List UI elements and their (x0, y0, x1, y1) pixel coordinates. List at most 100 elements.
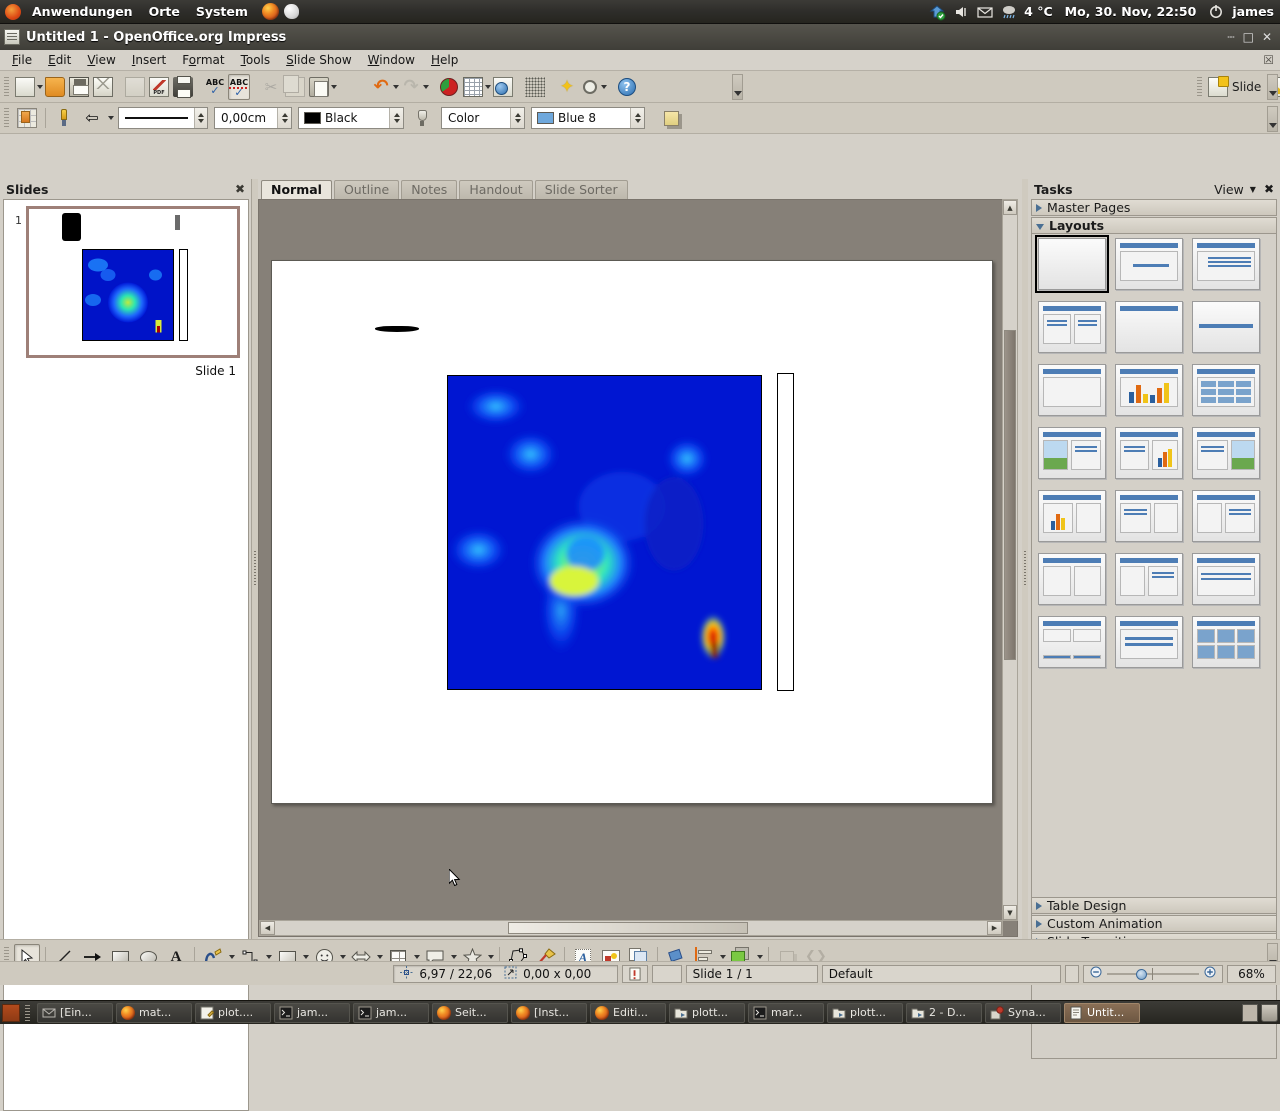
taskbar-item-13[interactable]: Untit... (1064, 1002, 1140, 1023)
update-manager-icon[interactable] (928, 3, 946, 21)
digital-signature-field[interactable] (652, 964, 682, 983)
chart-button[interactable] (438, 74, 460, 100)
shadow-button[interactable] (658, 105, 684, 131)
layout-six-box[interactable] (1192, 616, 1260, 668)
menu-edit[interactable]: Edit (40, 51, 79, 69)
scroll-down-arrow[interactable]: ▼ (1003, 905, 1017, 920)
table-button[interactable] (462, 74, 484, 100)
layout-title-only[interactable] (1115, 301, 1183, 353)
layout-title-list-box[interactable] (1115, 490, 1183, 542)
fill-style-spinner[interactable] (510, 108, 524, 128)
edit-points-button[interactable] (51, 105, 77, 131)
taskbar-item-0[interactable]: [Ein... (37, 1002, 113, 1023)
copy-button[interactable] (283, 74, 306, 100)
new-document-button[interactable] (14, 74, 36, 100)
document-modified-indicator[interactable] (622, 964, 649, 983)
redo-dropdown[interactable] (423, 74, 429, 100)
fill-style-select[interactable]: Color (441, 107, 525, 129)
menu-slide-show[interactable]: Slide Show (278, 51, 360, 69)
presentation-toolbar-grip[interactable] (1195, 76, 1203, 97)
menu-help[interactable]: Help (423, 51, 466, 69)
slide-canvas[interactable]: ◀ ▶ (258, 199, 1018, 937)
layout-title-list-chart[interactable] (1115, 427, 1183, 479)
layout-title-table[interactable] (1192, 364, 1260, 416)
task-section-master-pages[interactable]: Master Pages (1031, 199, 1277, 216)
cut-button[interactable]: ✂ (260, 74, 282, 100)
layout-title-content[interactable] (1115, 238, 1183, 290)
weather-icon[interactable] (1000, 3, 1018, 21)
undo-button[interactable]: ↶ (370, 74, 392, 100)
gallery-button[interactable]: ✦ (556, 74, 578, 100)
menu-insert[interactable]: Insert (124, 51, 174, 69)
taskbar-grip[interactable] (23, 1004, 31, 1021)
redo-button[interactable]: ↷ (400, 74, 422, 100)
clock[interactable]: Mo, 30. Nov, 22:50 (1065, 4, 1197, 19)
layout-title-list2[interactable] (1115, 553, 1183, 605)
taskbar-item-5[interactable]: Seit... (432, 1002, 508, 1023)
maximize-button[interactable]: □ (1243, 30, 1254, 44)
close-button[interactable]: ✕ (1262, 30, 1272, 44)
line-width-input[interactable]: 0,00cm (214, 107, 292, 129)
layout-title-list3[interactable] (1192, 553, 1260, 605)
taskbar-item-6[interactable]: [Inst... (511, 1002, 587, 1023)
task-section-table-design[interactable]: Table Design (1031, 897, 1277, 914)
zoom-button[interactable] (580, 74, 600, 100)
taskbar-item-12[interactable]: Syna... (985, 1002, 1061, 1023)
toolbar-grip[interactable] (2, 76, 10, 97)
clone-formatting-button[interactable] (338, 74, 360, 100)
taskbar-item-7[interactable]: Editi... (590, 1002, 666, 1023)
save-button[interactable] (68, 74, 90, 100)
display-grid-button[interactable] (524, 74, 546, 100)
scroll-up-arrow[interactable]: ▲ (1003, 200, 1017, 215)
mail-icon[interactable] (976, 3, 994, 21)
layout-title-box[interactable] (1038, 364, 1106, 416)
tab-normal[interactable]: Normal (261, 180, 332, 199)
layout-title-chart-list[interactable] (1038, 490, 1106, 542)
layout-wide-lines[interactable] (1115, 616, 1183, 668)
vertical-scrollbar[interactable]: ▲ ▼ (1002, 199, 1018, 921)
minimize-button[interactable]: ┄ (1227, 30, 1234, 44)
line-color-select[interactable]: Black (298, 107, 404, 129)
close-icon[interactable]: ✖ (235, 182, 245, 196)
new-slide-label[interactable]: Slide (1230, 80, 1269, 94)
export-pdf-button[interactable] (148, 74, 170, 100)
spelling-button[interactable]: ABC ✓ (204, 74, 226, 100)
taskbar-item-9[interactable]: mar... (748, 1002, 824, 1023)
close-document-icon[interactable]: ☒ (1263, 53, 1274, 67)
layout-title-chart[interactable] (1115, 364, 1183, 416)
panel-menu-applications[interactable]: Anwendungen (24, 0, 141, 24)
area-style-button[interactable] (411, 105, 437, 131)
zoom-slider-track[interactable] (1107, 967, 1199, 980)
new-slide-button[interactable] (1207, 74, 1229, 100)
tab-handout[interactable]: Handout (459, 180, 533, 199)
open-button[interactable] (44, 74, 66, 100)
taskbar-item-8[interactable]: plott... (669, 1002, 745, 1023)
username[interactable]: james (1232, 4, 1274, 19)
line-color-spinner[interactable] (389, 108, 403, 128)
trash-icon[interactable] (1261, 1003, 1278, 1022)
line-style-select[interactable] (118, 107, 208, 129)
zoom-out-icon[interactable] (1090, 966, 1102, 981)
undo-dropdown[interactable] (393, 74, 399, 100)
panel-menu-system[interactable]: System (188, 0, 256, 24)
task-section-layouts[interactable]: Layouts (1031, 217, 1277, 234)
taskbar-item-10[interactable]: plott... (827, 1002, 903, 1023)
close-icon[interactable]: ✖ (1264, 182, 1274, 196)
layout-title-two-content[interactable] (1038, 301, 1106, 353)
power-icon[interactable] (1208, 3, 1226, 21)
print-button[interactable] (172, 74, 194, 100)
taskbar-item-2[interactable]: plot.... (195, 1002, 271, 1023)
firefox-icon[interactable] (261, 3, 279, 20)
layout-title-clip-list[interactable] (1038, 427, 1106, 479)
tab-slide-sorter[interactable]: Slide Sorter (534, 180, 628, 199)
toolbar-grip[interactable] (2, 108, 10, 128)
chevron-down-icon[interactable]: ▼ (1250, 185, 1256, 194)
volume-icon[interactable] (952, 3, 970, 21)
heatmap-plot[interactable] (447, 375, 762, 690)
layout-title-box-list[interactable] (1038, 553, 1106, 605)
ubuntu-logo-icon[interactable] (4, 3, 22, 21)
standard-toolbar-overflow[interactable] (732, 74, 743, 100)
menu-window[interactable]: Window (360, 51, 423, 69)
taskbar-item-4[interactable]: jam... (353, 1002, 429, 1023)
fill-color-spinner[interactable] (630, 108, 644, 128)
